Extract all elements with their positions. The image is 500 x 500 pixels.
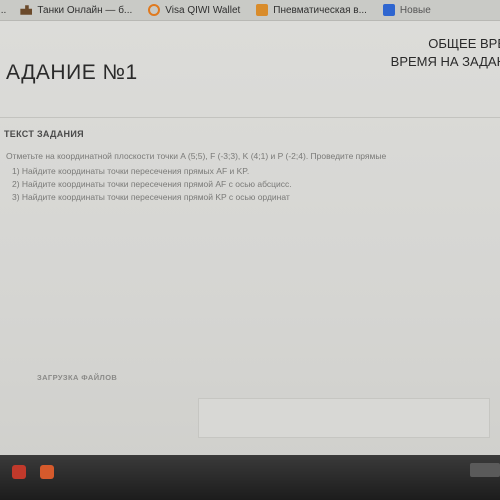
bookmark-label: Visa QIWI Wallet — [165, 4, 241, 16]
task-title: АДАНИЕ №1 — [6, 61, 138, 84]
task-item: 3) Найдите координаты точки пересечения … — [12, 192, 290, 202]
bookmark-item[interactable]: ... — [0, 5, 6, 16]
bookmark-item[interactable]: Новые — [382, 4, 431, 16]
task-item: 1) Найдите координаты точки пересечения … — [12, 166, 250, 176]
file-upload-area[interactable] — [198, 398, 490, 438]
bookmark-label: Пневматическая в... — [273, 4, 367, 16]
taskbar — [0, 455, 500, 500]
start-icon[interactable] — [12, 465, 26, 479]
total-time-label: ОБЩЕЕ ВРЕ — [428, 36, 500, 51]
divider — [0, 117, 500, 118]
system-tray[interactable] — [470, 463, 500, 477]
bookmark-item[interactable]: Пневматическая в... — [256, 4, 367, 16]
bookmark-label: ... — [0, 4, 7, 16]
upload-label: ЗАГРУЗКА ФАЙЛОВ — [37, 373, 118, 382]
bookmark-label: Танки Онлайн — б... — [37, 4, 133, 16]
bookmarks-bar: ... Танки Онлайн — б... Visa QIWI Wallet… — [0, 0, 500, 21]
qiwi-icon — [148, 4, 161, 16]
task-intro: Отметьте на координатной плоскости точки… — [6, 151, 387, 161]
bookmark-icon — [382, 4, 395, 16]
tank-icon — [20, 5, 33, 15]
bookmark-item[interactable]: Танки Онлайн — б... — [20, 4, 132, 16]
task-text: Отметьте на координатной плоскости точки… — [6, 151, 500, 204]
task-stats: ОБЩЕЕ ВРЕ ВРЕМЯ НА ЗАДАН — [391, 35, 500, 71]
bookmark-label: Новые — [399, 4, 431, 16]
section-label: ТЕКСТ ЗАДАНИЯ — [4, 129, 84, 139]
bookmark-item[interactable]: Visa QIWI Wallet — [148, 4, 240, 16]
task-page: АДАНИЕ №1 ОБЩЕЕ ВРЕ ВРЕМЯ НА ЗАДАН ТЕКСТ… — [0, 21, 500, 500]
task-item: 2) Найдите координаты точки пересечения … — [12, 179, 292, 189]
task-time-label: ВРЕМЯ НА ЗАДАН — [390, 54, 500, 69]
app-icon[interactable] — [40, 465, 54, 479]
pneumatic-icon — [256, 4, 269, 16]
